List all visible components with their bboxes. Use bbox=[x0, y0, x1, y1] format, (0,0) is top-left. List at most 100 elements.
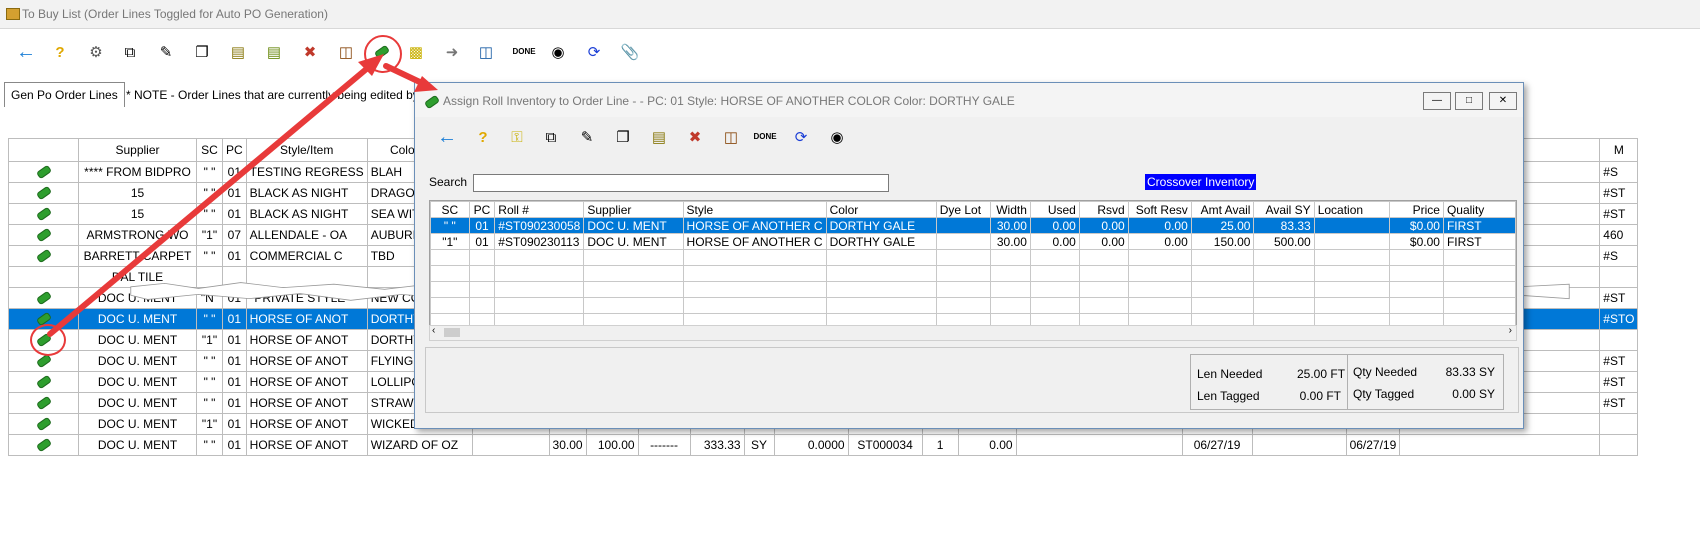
roll-col-header[interactable]: Avail SY bbox=[1253, 201, 1315, 218]
assign-roll-icon[interactable] bbox=[35, 437, 52, 453]
roll-empty-cell bbox=[1190, 297, 1255, 314]
crossover-inventory-label[interactable]: Crossover Inventory bbox=[1145, 174, 1257, 190]
roll-col-header[interactable]: SC bbox=[430, 201, 470, 218]
supplier-cell: DOC U. MENT bbox=[78, 308, 197, 330]
tab-gen-po-order-lines[interactable]: Gen Po Order Lines bbox=[4, 82, 125, 107]
dialog-edit-doc-icon[interactable]: ✎ bbox=[575, 125, 599, 149]
back-arrow-icon[interactable]: ← bbox=[14, 40, 38, 64]
assign-roll-icon[interactable] bbox=[35, 227, 52, 243]
roll-row[interactable]: " " 01 #ST090230058 DOC U. MENT HORSE OF ANO… bbox=[430, 217, 1516, 234]
assign-roll-icon[interactable] bbox=[35, 374, 52, 390]
roll-col-header[interactable]: PC bbox=[468, 201, 496, 218]
row-icon-cell[interactable] bbox=[8, 392, 79, 414]
close-button[interactable]: ✕ bbox=[1489, 92, 1517, 110]
roll-col-header[interactable]: Color bbox=[825, 201, 937, 218]
dialog-new-doc-icon[interactable]: ❐ bbox=[611, 125, 635, 149]
binoculars-icon[interactable]: ◉ bbox=[546, 40, 570, 64]
roll-col-header[interactable]: Amt Avail bbox=[1190, 201, 1255, 218]
pc-cell: 01 bbox=[222, 245, 247, 267]
dialog-delete-tag-icon[interactable]: ✖ bbox=[683, 125, 707, 149]
note-icon[interactable]: ▩ bbox=[404, 40, 428, 64]
new-doc-icon[interactable]: ❐ bbox=[190, 40, 214, 64]
scroll-left-icon[interactable]: ‹ bbox=[432, 325, 435, 336]
assign-roll-icon[interactable] bbox=[35, 395, 52, 411]
roll-cell: 30.00 bbox=[990, 233, 1031, 250]
row-icon-cell[interactable] bbox=[8, 413, 79, 435]
horizontal-scrollbar[interactable]: ‹ › bbox=[429, 325, 1517, 341]
roll-empty-cell bbox=[935, 249, 992, 266]
row-icon-cell[interactable] bbox=[8, 434, 79, 456]
tag-icon[interactable]: ▤ bbox=[226, 40, 250, 64]
scroll-thumb[interactable] bbox=[444, 328, 460, 337]
roll-empty-cell bbox=[1253, 249, 1315, 266]
roll-col-header[interactable]: Quality bbox=[1442, 201, 1516, 218]
restore-button[interactable]: □ bbox=[1455, 92, 1483, 110]
scroll-right-icon[interactable]: › bbox=[1509, 325, 1512, 336]
sc-cell: " " bbox=[196, 203, 223, 225]
roll-col-header[interactable]: Price bbox=[1388, 201, 1444, 218]
col-header-style-item[interactable]: Style/Item bbox=[245, 138, 368, 162]
roll-col-header[interactable]: Width bbox=[990, 201, 1031, 218]
done-icon[interactable]: DONE bbox=[512, 40, 536, 64]
roll-empty-cell bbox=[1127, 249, 1192, 266]
dialog-tag-icon[interactable]: ▤ bbox=[647, 125, 671, 149]
roll-col-header[interactable]: Roll # bbox=[494, 201, 585, 218]
assign-roll-icon[interactable] bbox=[35, 164, 52, 180]
dialog-refresh-icon[interactable]: ⟳ bbox=[789, 125, 813, 149]
roll-cell: #ST090230113 bbox=[494, 233, 585, 250]
roll-col-header[interactable]: Used bbox=[1029, 201, 1080, 218]
totals-divider bbox=[1347, 355, 1348, 409]
roll-col-header[interactable]: Supplier bbox=[583, 201, 684, 218]
dialog-back-arrow-icon[interactable]: ← bbox=[435, 125, 459, 149]
supplier-cell: DOC U. MENT bbox=[78, 413, 197, 435]
print-delete-icon[interactable]: ◫ bbox=[334, 40, 358, 64]
row-icon-cell[interactable] bbox=[8, 371, 79, 393]
paperclip-icon[interactable]: 📎 bbox=[618, 40, 642, 64]
dialog-help-icon[interactable]: ? bbox=[471, 125, 495, 149]
row-icon-cell[interactable] bbox=[8, 224, 79, 246]
minimize-button[interactable]: — bbox=[1423, 92, 1451, 110]
dialog-binoculars-icon[interactable]: ◉ bbox=[825, 125, 849, 149]
refresh-icon[interactable]: ⟳ bbox=[582, 40, 606, 64]
copy-doc-icon[interactable]: ⧉ bbox=[118, 40, 142, 64]
assign-roll-icon[interactable] bbox=[35, 248, 52, 264]
dialog-done-icon[interactable]: DONE bbox=[753, 125, 777, 149]
roll-row[interactable]: "1" 01 #ST090230113 DOC U. MENT HORSE OF ANO… bbox=[430, 233, 1516, 250]
roll-empty-row bbox=[430, 297, 1516, 314]
detail-cell: ------- bbox=[637, 434, 691, 456]
table-row[interactable]: DOC U. MENT " " 01 HORSE OF ANOT WIZARD OF O… bbox=[8, 434, 1639, 456]
dialog-key-icon[interactable]: ⚿ bbox=[505, 125, 529, 149]
col-header-supplier[interactable]: Supplier bbox=[78, 138, 197, 162]
detail-cell: ST000034 bbox=[847, 434, 923, 456]
assign-roll-icon[interactable] bbox=[35, 416, 52, 432]
tools-icon[interactable]: ⚙ bbox=[84, 40, 108, 64]
roll-col-header[interactable]: Style bbox=[682, 201, 827, 218]
row-icon-cell[interactable] bbox=[8, 161, 79, 183]
roll-col-header[interactable]: Dye Lot bbox=[935, 201, 992, 218]
dialog-print-delete-icon[interactable]: ◫ bbox=[719, 125, 743, 149]
row-icon-cell[interactable] bbox=[8, 245, 79, 267]
roll-col-header[interactable]: Location bbox=[1313, 201, 1390, 218]
search-input[interactable] bbox=[473, 174, 889, 192]
col-header-sc[interactable]: SC bbox=[196, 138, 223, 162]
assign-roll-icon[interactable] bbox=[35, 185, 52, 201]
col-header-right[interactable]: M bbox=[1599, 138, 1639, 162]
tag-green-icon[interactable]: ▤ bbox=[262, 40, 286, 64]
col-header-icon[interactable] bbox=[8, 138, 79, 162]
row-icon-cell[interactable] bbox=[8, 182, 79, 204]
roll-empty-cell bbox=[583, 265, 684, 282]
roll-empty-cell bbox=[1253, 265, 1315, 282]
help-icon[interactable]: ? bbox=[48, 40, 72, 64]
style-cell: BLACK AS NIGHT bbox=[245, 182, 368, 204]
delete-tag-icon[interactable]: ✖ bbox=[298, 40, 322, 64]
dialog-copy-doc-icon[interactable]: ⧉ bbox=[539, 125, 563, 149]
edit-doc-icon[interactable]: ✎ bbox=[154, 40, 178, 64]
attach-wand-icon[interactable]: ➜ bbox=[440, 40, 464, 64]
roll-col-header[interactable]: Soft Resv bbox=[1127, 201, 1192, 218]
col-header-pc[interactable]: PC bbox=[222, 138, 247, 162]
assign-roll-icon[interactable] bbox=[35, 206, 52, 222]
split-column-icon[interactable]: ◫ bbox=[474, 40, 498, 64]
roll-col-header[interactable]: Rsvd bbox=[1078, 201, 1129, 218]
dialog-pen-icon bbox=[423, 94, 441, 110]
row-icon-cell[interactable] bbox=[8, 203, 79, 225]
